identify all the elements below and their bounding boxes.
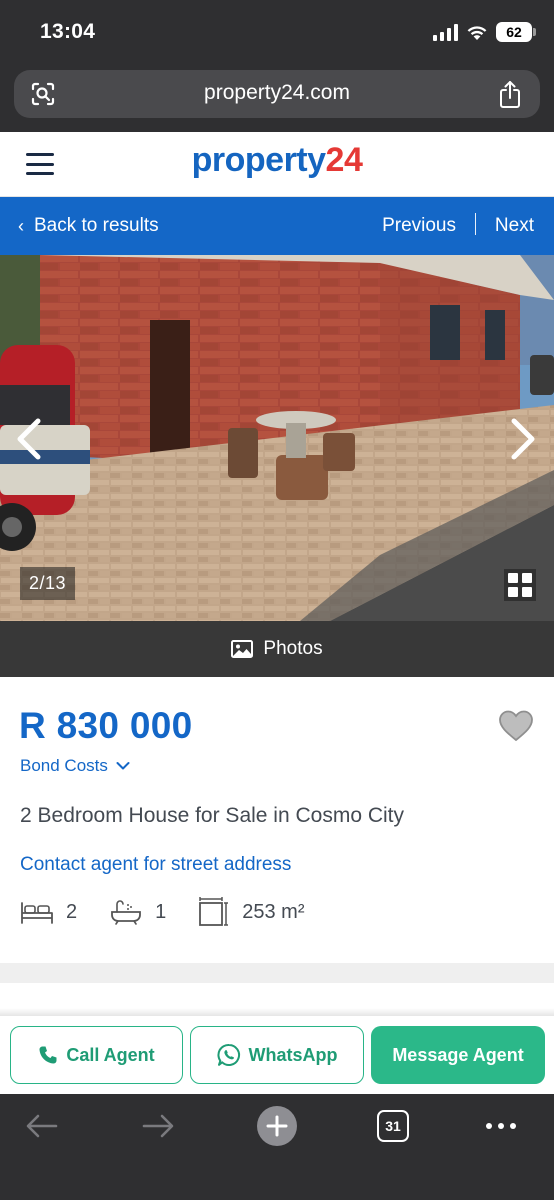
photos-label: Photos: [263, 638, 323, 659]
share-icon[interactable]: [498, 79, 522, 109]
chevron-down-icon: [116, 762, 130, 770]
agent-action-bar: Call Agent WhatsApp Message Agent: [0, 1016, 554, 1094]
section-divider: [0, 963, 554, 983]
more-menu-button[interactable]: [481, 1106, 521, 1146]
tab-count: 31: [377, 1110, 409, 1142]
grid-view-icon[interactable]: [504, 569, 536, 601]
logo-text-property: property: [191, 141, 326, 179]
cellular-signal-icon: [433, 23, 458, 41]
status-bar: 13:04 62: [0, 0, 554, 66]
property-photo[interactable]: [0, 255, 554, 621]
nav-separator: [475, 213, 476, 235]
battery-icon: 62: [496, 22, 536, 42]
message-agent-label: Message Agent: [392, 1044, 524, 1065]
whatsapp-label: WhatsApp: [248, 1044, 338, 1065]
url-text[interactable]: property24.com: [14, 81, 540, 105]
contact-agent-address-link[interactable]: Contact agent for street address: [20, 854, 291, 876]
listing-details: R 830 000 Bond Costs 2 Bedroom House for…: [0, 677, 554, 963]
browser-back-button[interactable]: [22, 1106, 62, 1146]
browser-forward-button[interactable]: [138, 1106, 178, 1146]
next-photo-arrow-icon[interactable]: [502, 415, 542, 463]
feature-bedrooms: 2: [20, 899, 77, 925]
feature-floor-area: 253 m²: [198, 897, 305, 927]
bath-icon: [111, 900, 142, 925]
logo-text-24: 24: [325, 141, 363, 179]
listing-price: R 830 000: [19, 705, 193, 746]
favourite-heart-icon[interactable]: [498, 709, 534, 743]
whatsapp-button[interactable]: WhatsApp: [190, 1026, 364, 1084]
arrow-right-icon: [142, 1114, 174, 1138]
listing-title: 2 Bedroom House for Sale in Cosmo City: [20, 804, 404, 827]
chevron-left-icon: ‹: [18, 216, 24, 236]
floor-area-icon: [199, 897, 229, 926]
back-to-results-link[interactable]: ‹ Back to results: [18, 215, 159, 237]
photo-counter: 2/13: [20, 567, 76, 600]
bedrooms-count: 2: [66, 900, 78, 923]
wifi-icon: [467, 25, 487, 40]
status-time: 13:04: [40, 20, 96, 43]
listing-features: 2 1 253 m²: [20, 896, 305, 928]
call-agent-button[interactable]: Call Agent: [10, 1026, 183, 1084]
bed-icon: [21, 902, 53, 924]
bond-costs-label: Bond Costs: [20, 756, 108, 775]
floor-area-value: 253 m²: [242, 900, 305, 923]
browser-bottom-toolbar: 31: [0, 1094, 554, 1200]
call-agent-label: Call Agent: [66, 1044, 155, 1065]
more-dots-icon: [486, 1123, 516, 1129]
status-icons: 62: [433, 22, 536, 42]
address-bar[interactable]: property24.com: [14, 70, 540, 118]
whatsapp-icon: [217, 1043, 240, 1066]
message-agent-button[interactable]: Message Agent: [371, 1026, 545, 1084]
bathrooms-count: 1: [155, 900, 167, 923]
plus-icon: [257, 1106, 297, 1146]
property24-logo[interactable]: property24: [0, 141, 554, 180]
photo-gallery[interactable]: 2/13: [0, 255, 554, 621]
site-header: property24: [0, 132, 554, 197]
action-bar-shadow: [0, 1008, 554, 1016]
back-to-results-label: Back to results: [34, 215, 159, 236]
image-icon: [231, 640, 254, 658]
previous-link[interactable]: Previous: [382, 215, 456, 237]
new-tab-button[interactable]: [257, 1106, 297, 1146]
phone-icon: [39, 1046, 57, 1064]
arrow-left-icon: [26, 1114, 58, 1138]
previous-photo-arrow-icon[interactable]: [10, 415, 50, 463]
tab-switcher-button[interactable]: 31: [373, 1106, 413, 1146]
page: 13:04 62 property24.com property24 ‹ Bac…: [0, 0, 554, 1200]
feature-bathrooms: 1: [109, 899, 166, 925]
results-nav-bar: ‹ Back to results Previous Next: [0, 197, 554, 255]
photos-button[interactable]: Photos: [0, 621, 554, 677]
browser-top-chrome: 13:04 62 property24.com: [0, 0, 554, 132]
next-link[interactable]: Next: [495, 215, 534, 237]
bond-costs-link[interactable]: Bond Costs: [20, 756, 130, 776]
